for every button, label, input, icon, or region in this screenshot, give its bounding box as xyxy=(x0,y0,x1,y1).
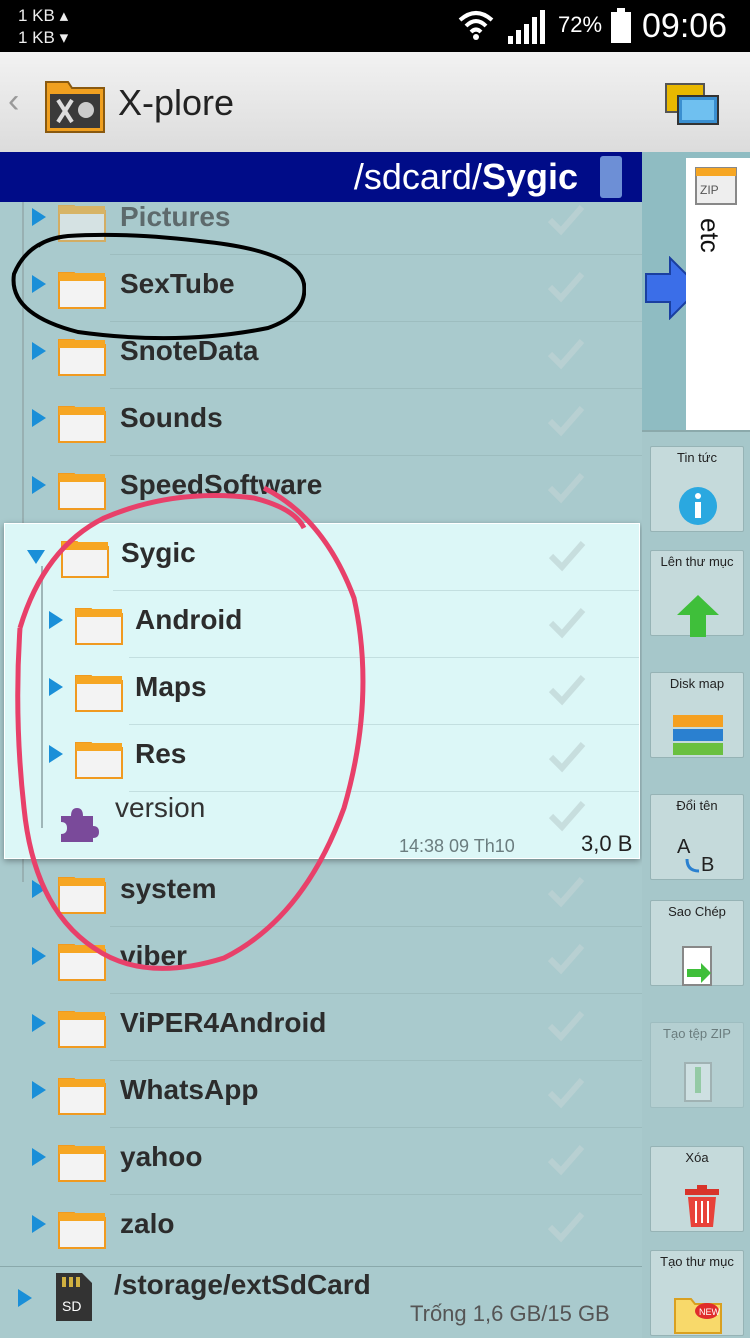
new-folder-button[interactable]: Tạo thư mục NEW xyxy=(650,1250,744,1336)
checkmark-icon[interactable] xyxy=(546,403,586,437)
button-label: Sao Chép xyxy=(668,904,726,919)
new-folder-icon: NEW xyxy=(674,1298,722,1334)
news-button[interactable]: Tin tức xyxy=(650,446,744,532)
folder-icon xyxy=(58,1212,106,1249)
sd-card-icon: SD xyxy=(56,1273,92,1321)
button-label: Disk map xyxy=(669,676,725,691)
app-title: X-plore xyxy=(118,82,235,123)
tab-etc-label: etc xyxy=(695,218,725,253)
button-label: Tin tức xyxy=(676,450,717,465)
folder-row-sounds[interactable]: Sounds xyxy=(0,389,642,456)
button-label: Đổi tên xyxy=(676,798,718,813)
svg-text:SD: SD xyxy=(62,1298,81,1314)
delete-button[interactable]: Xóa xyxy=(650,1146,744,1232)
button-label: Tạo tệp ZIP xyxy=(663,1026,731,1041)
folder-icon xyxy=(58,1011,106,1048)
folder-row-whatsapp[interactable]: WhatsApp xyxy=(0,1061,642,1128)
battery-percent: 72% xyxy=(558,12,603,37)
checkmark-icon[interactable] xyxy=(546,470,586,504)
checkmark-icon[interactable] xyxy=(546,1075,586,1109)
svg-text:ZIP: ZIP xyxy=(700,183,719,197)
expand-arrow-icon[interactable] xyxy=(32,342,46,360)
clock: 09:06 xyxy=(642,7,728,45)
wifi-icon xyxy=(458,11,494,40)
folder-icon xyxy=(58,1078,106,1115)
checkmark-icon[interactable] xyxy=(546,874,586,908)
checkmark-icon[interactable] xyxy=(547,605,587,639)
checkmark-icon[interactable] xyxy=(547,798,587,832)
folder-icon xyxy=(58,406,106,443)
up-arrow-icon xyxy=(677,595,719,637)
side-pane: ZIP etc xyxy=(642,152,750,430)
network-speed: 1 KB ▴ 1 KB ▾ xyxy=(18,5,68,49)
folder-name: ViPER4Android xyxy=(120,1007,327,1038)
back-chevron-icon[interactable]: ‹ xyxy=(8,82,19,121)
create-zip-button[interactable]: Tạo tệp ZIP xyxy=(650,1022,744,1108)
folder-row-yahoo[interactable]: yahoo xyxy=(0,1128,642,1195)
folder-icon xyxy=(58,1145,106,1182)
checkmark-icon[interactable] xyxy=(546,269,586,303)
folder-row-zalo[interactable]: zalo xyxy=(0,1195,642,1262)
expand-arrow-icon[interactable] xyxy=(32,1081,46,1099)
svg-text:A: A xyxy=(677,836,691,858)
file-size: 3,0 B xyxy=(581,831,633,856)
button-label: Xóa xyxy=(685,1150,709,1165)
copy-icon xyxy=(682,946,712,986)
checkmark-icon[interactable] xyxy=(546,941,586,975)
checkmark-icon[interactable] xyxy=(546,1142,586,1176)
action-toolbar: Tin tức Lên thư mục Disk map Đổi tên AB … xyxy=(642,430,750,1338)
button-label: Tạo thư mục xyxy=(660,1254,734,1269)
parent-folder-button[interactable]: Lên thư mục xyxy=(650,550,744,637)
expand-arrow-icon[interactable] xyxy=(32,409,46,427)
storage-row-extsdcard[interactable]: SD /storage/extSdCard Trống 1,6 GB/15 GB xyxy=(0,1266,642,1337)
disk-map-button[interactable]: Disk map xyxy=(650,672,744,758)
expand-arrow-icon[interactable] xyxy=(32,1215,46,1233)
checkmark-icon[interactable] xyxy=(547,538,587,572)
rename-button[interactable]: Đổi tên AB xyxy=(650,794,744,880)
file-modified-time: 14:38 09 Th10 xyxy=(399,836,515,856)
checkmark-icon[interactable] xyxy=(546,336,586,370)
status-bar: 1 KB ▴ 1 KB ▾ 72% 09:06 xyxy=(0,0,750,52)
rename-icon: AB xyxy=(677,836,714,875)
signal-icon xyxy=(508,10,545,44)
checkmark-icon[interactable] xyxy=(546,1209,586,1243)
net-upload: 1 KB ▴ xyxy=(18,6,69,25)
storage-free-space: Trống 1,6 GB/15 GB xyxy=(410,1301,610,1326)
folder-name: WhatsApp xyxy=(120,1074,259,1105)
expand-arrow-icon[interactable] xyxy=(32,1148,46,1166)
battery-icon xyxy=(611,8,631,43)
checkmark-icon[interactable] xyxy=(546,202,586,236)
pink-circle-annotation xyxy=(15,485,366,971)
button-label: Lên thư mục xyxy=(660,554,734,569)
trash-icon xyxy=(685,1185,719,1227)
net-download: 1 KB ▾ xyxy=(18,28,69,47)
checkmark-icon[interactable] xyxy=(547,739,587,773)
expand-arrow-icon[interactable] xyxy=(32,1014,46,1032)
zip-icon xyxy=(684,1062,712,1102)
disk-map-icon xyxy=(673,715,723,755)
folder-row-viper4android[interactable]: ViPER4Android xyxy=(0,994,642,1061)
app-bar: ‹ X-plore xyxy=(0,52,750,152)
info-icon xyxy=(679,487,717,525)
black-circle-annotation xyxy=(11,232,306,341)
svg-text:NEW: NEW xyxy=(699,1307,721,1317)
checkmark-icon[interactable] xyxy=(546,1008,586,1042)
folder-name: Sounds xyxy=(120,402,223,433)
copy-button[interactable]: Sao Chép xyxy=(650,900,744,986)
storage-path: /storage/extSdCard xyxy=(114,1269,371,1300)
xplore-app-icon xyxy=(45,81,105,133)
svg-text:B: B xyxy=(701,854,714,875)
folder-name: yahoo xyxy=(120,1141,203,1172)
expand-arrow-icon[interactable] xyxy=(18,1289,32,1307)
zip-archive-icon: ZIP xyxy=(695,167,737,205)
checkmark-icon[interactable] xyxy=(547,672,587,706)
folder-name: zalo xyxy=(120,1208,175,1239)
window-switch-icon[interactable] xyxy=(664,82,720,128)
